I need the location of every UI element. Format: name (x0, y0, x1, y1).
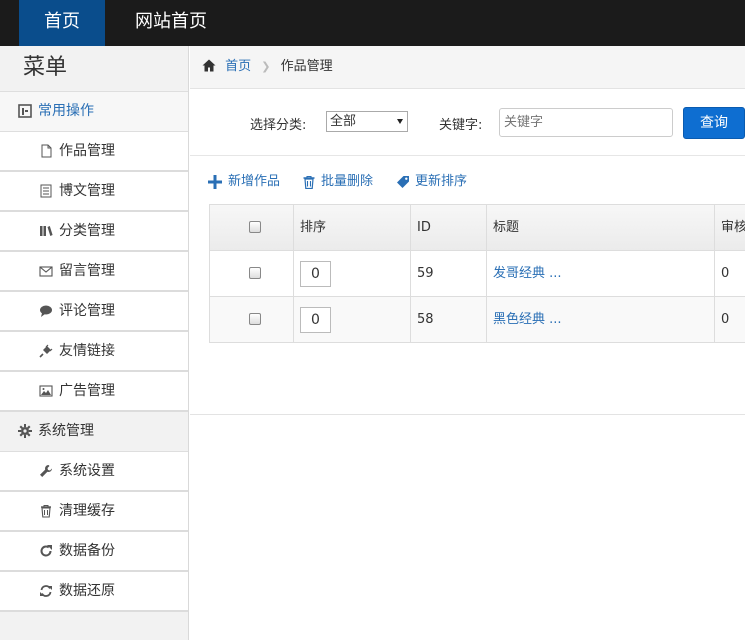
trash-icon (303, 175, 315, 189)
group-common-ops[interactable]: 常用操作 (0, 92, 188, 132)
id-cell: 59 (410, 251, 486, 296)
row-select-cell (209, 297, 293, 342)
keyword-label: 关键字: (439, 118, 483, 133)
search-bar: 选择分类: 全部 关键字: 查询 (190, 89, 745, 156)
envelope-icon (39, 266, 53, 277)
plug-icon (39, 344, 53, 358)
column-header-title[interactable]: 标题 (486, 205, 714, 250)
sort-cell: 0 (293, 297, 410, 342)
column-header-sort[interactable]: 排序 (293, 205, 410, 250)
row-checkbox[interactable] (248, 313, 261, 325)
home-icon (202, 59, 216, 72)
gear-icon (18, 424, 32, 438)
sidebar-item-clear-cache[interactable]: 清理缓存 (0, 492, 188, 532)
sidebar-item-label: 博文管理 (59, 183, 115, 199)
audit-cell: 0 (714, 297, 745, 342)
file-icon (41, 144, 52, 158)
content-divider (190, 414, 745, 415)
id-cell: 58 (410, 297, 486, 342)
sidebar-item-label: 清理缓存 (59, 503, 115, 519)
column-header-id[interactable]: ID (410, 205, 486, 250)
title-link[interactable]: 黑色经典 ... (493, 312, 562, 327)
chevron-down-icon (397, 119, 403, 124)
title-link[interactable]: 发哥经典 ... (493, 266, 562, 281)
table-row: 0 58 黑色经典 ... 0 (209, 297, 745, 343)
sort-cell: 0 (293, 251, 410, 296)
wrench-icon (40, 465, 52, 477)
refresh-icon (40, 545, 52, 557)
sidebar-item-restore[interactable]: 数据还原 (0, 572, 188, 612)
select-all-cell (209, 205, 293, 250)
add-work-label: 新增作品 (228, 174, 281, 189)
sidebar-item-label: 系统设置 (59, 463, 115, 479)
sidebar-item-label: 数据还原 (59, 583, 115, 599)
title-cell: 黑色经典 ... (486, 297, 714, 342)
sidebar-item-backup[interactable]: 数据备份 (0, 532, 188, 572)
sidebar-item-settings[interactable]: 系统设置 (0, 452, 188, 492)
group-label: 常用操作 (38, 103, 94, 119)
breadcrumb: 首页 ❯ 作品管理 (190, 46, 745, 89)
plus-icon (208, 175, 222, 189)
nav-site-home[interactable]: 网站首页 (120, 0, 222, 46)
tag-icon (397, 176, 409, 188)
sidebar-item-label: 作品管理 (59, 143, 115, 159)
chevron-right-icon: ❯ (261, 60, 271, 73)
sidebar-item-label: 评论管理 (59, 303, 115, 319)
row-checkbox[interactable] (248, 267, 261, 279)
audit-cell: 0 (714, 251, 745, 296)
sort-order-input[interactable]: 0 (300, 307, 331, 333)
sidebar-item-blogs[interactable]: 博文管理 (0, 172, 188, 212)
sidebar-item-comments[interactable]: 评论管理 (0, 292, 188, 332)
trash-icon (41, 505, 51, 518)
dashboard-icon (18, 104, 32, 118)
group-system[interactable]: 系统管理 (0, 412, 188, 452)
books-icon (40, 226, 53, 236)
works-table: 排序 ID 标题 审核 0 59 发哥经典 ... 0 0 58 黑色经典 ..… (209, 204, 745, 343)
doc-list-icon (40, 184, 52, 198)
query-button[interactable]: 查询 (683, 107, 745, 139)
table-header-row: 排序 ID 标题 审核 (209, 205, 745, 251)
sidebar-item-links[interactable]: 友情链接 (0, 332, 188, 372)
add-work-button[interactable]: 新增作品 (208, 172, 288, 192)
sidebar-item-categories[interactable]: 分类管理 (0, 212, 188, 252)
comment-icon (40, 305, 52, 317)
title-cell: 发哥经典 ... (486, 251, 714, 296)
sidebar-item-label: 留言管理 (59, 263, 115, 279)
batch-delete-label: 批量删除 (321, 174, 374, 189)
sidebar-item-works[interactable]: 作品管理 (0, 132, 188, 172)
nav-home[interactable]: 首页 (19, 0, 105, 46)
table-row: 0 59 发哥经典 ... 0 (209, 251, 745, 297)
update-sort-button[interactable]: 更新排序 (396, 172, 476, 192)
update-sort-label: 更新排序 (415, 174, 468, 189)
sync-icon (40, 585, 52, 597)
breadcrumb-home-link[interactable]: 首页 (225, 59, 251, 74)
sidebar-item-ads[interactable]: 广告管理 (0, 372, 188, 412)
sidebar: 菜单 常用操作 作品管理 博文管理 分类管理 留言管理 评论管理 友情链接 广告… (0, 46, 189, 640)
batch-delete-button[interactable]: 批量删除 (302, 172, 382, 192)
row-select-cell (209, 251, 293, 296)
category-label: 选择分类: (250, 118, 307, 133)
category-select[interactable]: 全部 (326, 111, 408, 132)
sidebar-item-label: 广告管理 (59, 383, 115, 399)
picture-icon (39, 385, 53, 397)
sidebar-item-label: 数据备份 (59, 543, 115, 559)
top-navbar: 首页 网站首页 (0, 0, 745, 46)
sidebar-item-label: 分类管理 (59, 223, 115, 239)
column-header-audit[interactable]: 审核 (714, 205, 745, 250)
select-all-checkbox[interactable] (248, 221, 261, 233)
sort-order-input[interactable]: 0 (300, 261, 331, 287)
keyword-input[interactable] (499, 108, 673, 137)
breadcrumb-current: 作品管理 (280, 59, 333, 74)
sidebar-title: 菜单 (0, 46, 188, 92)
sidebar-item-messages[interactable]: 留言管理 (0, 252, 188, 292)
group-label: 系统管理 (38, 423, 94, 439)
category-selected-value: 全部 (330, 114, 357, 129)
sidebar-item-label: 友情链接 (59, 343, 115, 359)
main-content: 首页 ❯ 作品管理 选择分类: 全部 关键字: 查询 新增作品 批量删除 更新排… (190, 46, 745, 640)
